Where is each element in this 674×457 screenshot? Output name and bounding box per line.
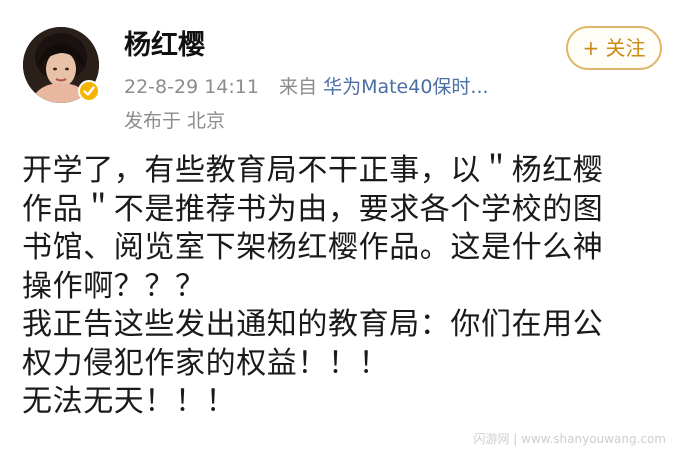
post-text-line: 操作啊？？？	[22, 268, 206, 304]
post-source-prefix: 来自	[279, 76, 318, 98]
follow-button[interactable]: + 关注	[566, 26, 662, 70]
post-meta: 22-8-29 14:11 来自 华为Mate40保时...	[124, 74, 489, 100]
post-location: 发布于 北京	[124, 110, 226, 132]
post-device-link[interactable]: 华为Mate40保时...	[323, 76, 488, 98]
post-body: 开学了，有些教育局不干正事，以＂杨红樱 作品＂不是推荐书为由，要求各个学校的图 …	[22, 152, 662, 422]
user-name[interactable]: 杨红樱	[124, 28, 205, 64]
post-timestamp: 22-8-29 14:11	[124, 76, 259, 98]
post-text-line: 作品＂不是推荐书为由，要求各个学校的图	[22, 191, 604, 227]
post-text-line: 开学了，有些教育局不干正事，以＂杨红樱	[22, 153, 604, 188]
post-text-line: 我正告这些发出通知的教育局：你们在用公	[22, 307, 604, 342]
weibo-post-card: 杨红樱 22-8-29 14:11 来自 华为Mate40保时... 发布于 北…	[0, 0, 674, 457]
post-text-line: 无法无天！！！	[22, 384, 237, 419]
verified-badge-icon	[78, 80, 100, 102]
post-text-line: 书馆、阅览室下架杨红樱作品。这是什么神	[22, 230, 604, 265]
post-text-line: 权力侵犯作家的权益！！！	[22, 345, 390, 381]
site-watermark: 闪游网 | www.shanyouwang.com	[473, 432, 666, 446]
